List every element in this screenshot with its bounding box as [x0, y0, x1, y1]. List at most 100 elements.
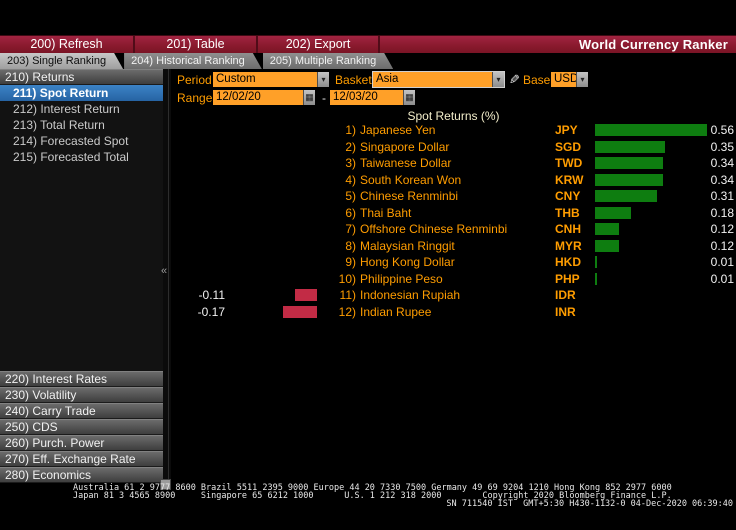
calendar-icon[interactable]: ▦	[403, 90, 415, 105]
currency-row[interactable]: -0.11 11) Indonesian Rupiah IDR	[171, 287, 736, 304]
gutter-divider	[168, 69, 169, 483]
tab-multiple-ranking[interactable]: 205) Multiple Ranking	[263, 53, 393, 69]
currency-name: South Korean Won	[360, 172, 462, 187]
sidebar-section-cds[interactable]: 250) CDS	[0, 419, 163, 435]
return-bar-positive	[595, 223, 619, 235]
sidebar-section-volatility[interactable]: 230) Volatility	[0, 387, 163, 403]
row-rank: 4)	[345, 172, 356, 187]
return-value-positive: 0.34	[710, 172, 734, 187]
return-value-positive: 0.01	[710, 255, 734, 269]
toolbar: 200) Refresh 201) Table 202) Export Worl…	[0, 35, 736, 53]
return-bar-positive	[595, 239, 619, 252]
return-bar-positive	[595, 173, 663, 186]
row-rank: 7)	[345, 222, 356, 236]
tab-historical-ranking[interactable]: 204) Historical Ranking	[124, 53, 262, 69]
tab-strip: 203) Single Ranking 204) Historical Rank…	[0, 53, 736, 69]
pencil-icon[interactable]: ✎	[509, 72, 520, 87]
sidebar-section-carry-trade[interactable]: 240) Carry Trade	[0, 403, 163, 419]
currency-row[interactable]: 7) Offshore Chinese Renminbi CNH 0.12	[171, 221, 736, 238]
return-value-positive: 0.18	[710, 205, 734, 220]
currency-ticker: CNH	[555, 222, 581, 236]
sidebar-collapse-icon[interactable]: «	[161, 266, 167, 277]
sidebar-item-total-return[interactable]: 213) Total Return	[0, 117, 163, 133]
currency-row[interactable]: 4) South Korean Won KRW 0.34	[171, 172, 736, 189]
currency-ticker: IDR	[555, 288, 576, 302]
currency-name: Singapore Dollar	[360, 139, 450, 154]
currency-name: Indian Rupee	[360, 304, 432, 319]
return-bar-positive	[595, 190, 657, 202]
sidebar-item-forecasted-spot[interactable]: 214) Forecasted Spot	[0, 133, 163, 149]
return-value-positive: 0.12	[710, 222, 734, 236]
currency-name: Japanese Yen	[360, 123, 436, 137]
body: 210) Returns 211) Spot Return 212) Inter…	[0, 69, 736, 483]
currency-row[interactable]: 3) Taiwanese Dollar TWD 0.34	[171, 155, 736, 172]
return-value-negative: -0.11	[198, 288, 225, 302]
table-button[interactable]: 201) Table	[135, 36, 258, 53]
range-label: Range	[177, 91, 213, 105]
return-value-positive: 0.34	[710, 156, 734, 170]
period-select[interactable]: Custom ▾	[213, 72, 329, 87]
currency-row[interactable]: 5) Chinese Renminbi CNY 0.31	[171, 188, 736, 205]
chevron-down-icon[interactable]: ▾	[492, 72, 504, 87]
period-label: Period	[177, 73, 212, 87]
row-rank: 5)	[345, 189, 356, 203]
sidebar-item-spot-return[interactable]: 211) Spot Return	[0, 85, 163, 101]
currency-name: Hong Kong Dollar	[360, 255, 455, 269]
range-start-value: 12/02/20	[213, 90, 303, 105]
range-start-input[interactable]: 12/02/20 ▦	[213, 90, 315, 105]
sidebar-item-forecasted-total[interactable]: 215) Forecasted Total	[0, 149, 163, 165]
base-value: USD	[551, 72, 576, 87]
main-panel: Period Custom ▾ Basket Asia ▾ ✎ Base USD…	[171, 69, 736, 483]
row-rank: 1)	[345, 123, 356, 137]
calendar-icon[interactable]: ▦	[303, 90, 315, 105]
currency-name: Taiwanese Dollar	[360, 156, 452, 170]
currency-name: Malaysian Ringgit	[360, 238, 455, 253]
spot-returns-chart: 1) Japanese Yen JPY 0.56 2) Singapore Do…	[171, 122, 736, 320]
currency-name: Thai Baht	[360, 205, 412, 220]
status-bar: Australia 61 2 9777 8600 Brazil 5511 239…	[0, 479, 736, 530]
currency-row[interactable]: 8) Malaysian Ringgit MYR 0.12	[171, 238, 736, 255]
currency-ticker: HKD	[555, 255, 581, 269]
sidebar-section-interest-rates[interactable]: 220) Interest Rates	[0, 371, 163, 387]
export-button[interactable]: 202) Export	[258, 36, 380, 53]
currency-ticker: INR	[555, 304, 576, 319]
currency-row[interactable]: 2) Singapore Dollar SGD 0.35	[171, 139, 736, 156]
currency-row[interactable]: 9) Hong Kong Dollar HKD 0.01	[171, 254, 736, 271]
currency-ticker: JPY	[555, 123, 578, 137]
range-end-value: 12/03/20	[330, 90, 403, 105]
base-label: Base	[523, 73, 551, 87]
chart-title: Spot Returns (%)	[407, 109, 500, 123]
sidebar-section-returns[interactable]: 210) Returns	[0, 69, 163, 85]
tab-single-ranking[interactable]: 203) Single Ranking	[0, 53, 123, 69]
return-value-positive: 0.12	[710, 238, 734, 253]
currency-row[interactable]: 6) Thai Baht THB 0.18	[171, 205, 736, 222]
basket-select[interactable]: Asia ▾	[373, 72, 504, 87]
period-value: Custom	[213, 72, 317, 87]
row-rank: 3)	[345, 156, 356, 170]
return-value-positive: 0.56	[710, 123, 734, 137]
sidebar-section-purch-power[interactable]: 260) Purch. Power	[0, 435, 163, 451]
currency-ticker: MYR	[555, 238, 582, 253]
sidebar-section-economics[interactable]: 280) Economics	[0, 467, 163, 483]
sidebar-section-eff-exchange-rate[interactable]: 270) Eff. Exchange Rate	[0, 451, 163, 467]
currency-row[interactable]: -0.17 12) Indian Rupee INR	[171, 304, 736, 321]
currency-name: Offshore Chinese Renminbi	[360, 222, 508, 236]
return-value-positive: 0.01	[710, 271, 734, 286]
currency-name: Chinese Renminbi	[360, 189, 459, 203]
return-value-positive: 0.35	[710, 139, 734, 154]
sidebar-item-interest-return[interactable]: 212) Interest Return	[0, 101, 163, 117]
app-title: World Currency Ranker	[578, 37, 728, 52]
row-rank: 11)	[339, 288, 356, 302]
chevron-down-icon[interactable]: ▾	[576, 72, 588, 87]
return-bar-positive	[595, 256, 597, 268]
base-select[interactable]: USD ▾	[551, 72, 588, 87]
refresh-button[interactable]: 200) Refresh	[0, 36, 135, 53]
currency-row[interactable]: 10) Philippine Peso PHP 0.01	[171, 271, 736, 288]
range-end-input[interactable]: 12/03/20 ▦	[330, 90, 415, 105]
currency-row[interactable]: 1) Japanese Yen JPY 0.56	[171, 122, 736, 139]
return-bar-negative	[295, 289, 317, 301]
chevron-down-icon[interactable]: ▾	[317, 72, 329, 87]
currency-ticker: CNY	[555, 189, 581, 203]
return-value-positive: 0.31	[710, 189, 734, 203]
